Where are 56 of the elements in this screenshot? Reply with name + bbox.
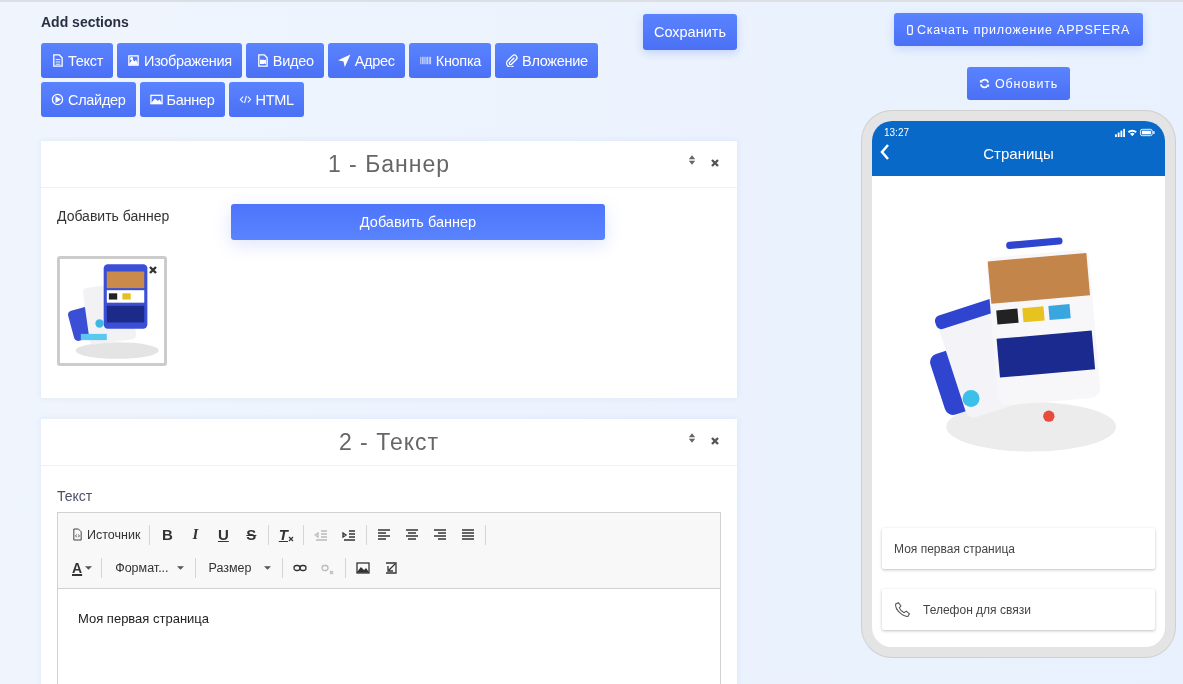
add-banner-button[interactable]: Добавить баннер (231, 204, 605, 240)
page-list-item[interactable]: Телефон для связи (882, 589, 1155, 630)
sort-icon[interactable] (688, 432, 696, 444)
format-dropdown[interactable]: Формат... (105, 554, 192, 581)
section-heading: 1 - Баннер (327, 150, 451, 178)
format-button[interactable]: T (272, 521, 301, 548)
caret-icon (263, 565, 271, 570)
image-icon (127, 54, 140, 67)
add-section-button[interactable]: Текст (41, 43, 113, 78)
add-section-button[interactable]: Кнопка (408, 43, 492, 78)
image-icon (149, 93, 163, 106)
add-section-button[interactable]: Изображения (117, 43, 242, 78)
field-label: Добавить баннер (57, 208, 171, 224)
back-icon[interactable] (880, 143, 890, 161)
location-arrow-icon (337, 54, 351, 67)
phone-icon (894, 601, 911, 618)
text-color-button[interactable]: A (66, 554, 99, 581)
add-section-button[interactable]: Слайдер (41, 82, 136, 117)
document-icon (51, 54, 64, 67)
close-icon[interactable] (710, 436, 720, 446)
source-button[interactable]: Источник (66, 521, 147, 548)
field-label: Текст (57, 488, 94, 504)
format-button[interactable]: B (153, 521, 182, 548)
status-time: 13:27 (884, 127, 910, 138)
download-app-button[interactable]: Скачать приложение APPSFERA (893, 13, 1144, 46)
section-heading: 2 - Текст (338, 428, 440, 456)
add-section-button[interactable]: HTML (228, 82, 304, 117)
caret-icon (176, 565, 184, 570)
play-circle-icon (51, 93, 64, 106)
add-section-button[interactable]: Адрес (327, 43, 405, 78)
screen-title: Страницы (983, 144, 1054, 162)
mobile-icon (906, 24, 913, 35)
sort-icon[interactable] (688, 154, 696, 166)
page-list-item[interactable]: Моя первая страница (882, 528, 1155, 569)
format-button[interactable]: I (181, 521, 210, 548)
video-file-icon (255, 54, 269, 67)
remove-icon[interactable] (148, 265, 158, 275)
editor-text[interactable]: Моя первая страница (58, 589, 720, 648)
refresh-icon (979, 78, 990, 89)
source-icon (72, 528, 83, 541)
close-icon[interactable] (710, 158, 720, 168)
format-button[interactable]: S (237, 521, 266, 548)
section-title: Add sections (41, 14, 130, 31)
add-section-button[interactable]: Видео (245, 43, 324, 78)
code-icon (238, 93, 252, 106)
clear-x-icon (287, 535, 294, 542)
status-icons (1115, 127, 1155, 138)
save-button[interactable]: Сохранить (642, 14, 737, 50)
add-section-button[interactable]: Баннер (139, 82, 225, 117)
refresh-button[interactable]: Обновить (967, 67, 1070, 100)
add-section-button[interactable]: Вложение (495, 43, 598, 78)
paperclip-icon (505, 54, 519, 67)
format-button[interactable]: U (209, 521, 238, 548)
caret-icon (85, 565, 93, 570)
barcode-icon (418, 54, 432, 67)
format-dropdown[interactable]: Размер (198, 554, 279, 581)
